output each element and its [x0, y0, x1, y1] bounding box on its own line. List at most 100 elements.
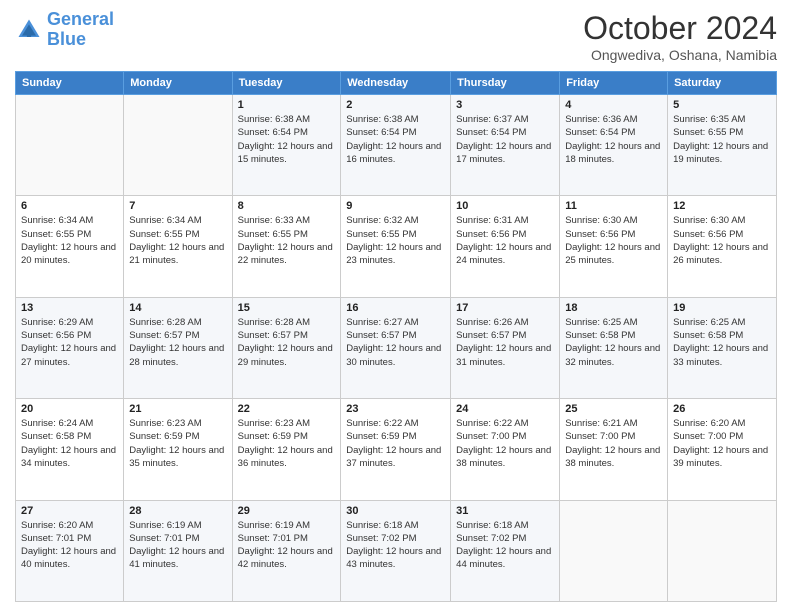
day-cell: 2 Sunrise: 6:38 AMSunset: 6:54 PMDaylight… — [341, 95, 451, 196]
day-info: Sunrise: 6:22 AMSunset: 7:00 PMDaylight:… — [456, 417, 554, 470]
day-cell: 20Sunrise: 6:24 AMSunset: 6:58 PMDayligh… — [16, 399, 124, 500]
logo: General Blue — [15, 10, 114, 50]
day-cell — [668, 500, 777, 601]
day-info: Sunrise: 6:34 AMSunset: 6:55 PMDaylight:… — [129, 214, 226, 267]
header-day-wednesday: Wednesday — [341, 72, 451, 95]
day-info: Sunrise: 6:37 AMSunset: 6:54 PMDaylight:… — [456, 113, 554, 166]
day-cell: 25 Sunrise: 6:21 AMSunset: 7:00 PMDayligh… — [560, 399, 668, 500]
day-info: Sunrise: 6:36 AMSunset: 6:54 PMDaylight:… — [565, 113, 662, 166]
day-number: 18 — [565, 302, 662, 314]
header-day-sunday: Sunday — [16, 72, 124, 95]
day-cell: 13Sunrise: 6:29 AMSunset: 6:56 PMDayligh… — [16, 297, 124, 398]
day-number: 8 — [238, 200, 336, 212]
day-number: 31 — [456, 505, 554, 517]
day-cell — [560, 500, 668, 601]
day-info: Sunrise: 6:23 AMSunset: 6:59 PMDaylight:… — [129, 417, 226, 470]
day-number: 26 — [673, 403, 771, 415]
day-number: 16 — [346, 302, 445, 314]
day-number: 15 — [238, 302, 336, 314]
day-cell: 26 Sunrise: 6:20 AMSunset: 7:00 PMDayligh… — [668, 399, 777, 500]
day-info: Sunrise: 6:20 AMSunset: 7:01 PMDaylight:… — [21, 519, 118, 572]
day-cell: 27 Sunrise: 6:20 AMSunset: 7:01 PMDayligh… — [16, 500, 124, 601]
day-cell: 22Sunrise: 6:23 AMSunset: 6:59 PMDayligh… — [232, 399, 341, 500]
day-number: 3 — [456, 99, 554, 111]
page: General Blue October 2024 Ongwediva, Osh… — [0, 0, 792, 612]
day-info: Sunrise: 6:25 AMSunset: 6:58 PMDaylight:… — [673, 316, 771, 369]
day-cell: 7 Sunrise: 6:34 AMSunset: 6:55 PMDaylight… — [124, 196, 232, 297]
calendar-subtitle: Ongwediva, Oshana, Namibia — [583, 47, 777, 63]
week-row-1: 1 Sunrise: 6:38 AMSunset: 6:54 PMDaylight… — [16, 95, 777, 196]
day-cell: 30Sunrise: 6:18 AMSunset: 7:02 PMDayligh… — [341, 500, 451, 601]
day-number: 13 — [21, 302, 118, 314]
day-info: Sunrise: 6:32 AMSunset: 6:55 PMDaylight:… — [346, 214, 445, 267]
day-number: 6 — [21, 200, 118, 212]
day-cell: 9Sunrise: 6:32 AMSunset: 6:55 PMDaylight… — [341, 196, 451, 297]
header-row: SundayMondayTuesdayWednesdayThursdayFrid… — [16, 72, 777, 95]
day-cell: 23Sunrise: 6:22 AMSunset: 6:59 PMDayligh… — [341, 399, 451, 500]
day-info: Sunrise: 6:20 AMSunset: 7:00 PMDaylight:… — [673, 417, 771, 470]
day-number: 21 — [129, 403, 226, 415]
day-cell: 3 Sunrise: 6:37 AMSunset: 6:54 PMDaylight… — [451, 95, 560, 196]
day-info: Sunrise: 6:38 AMSunset: 6:54 PMDaylight:… — [346, 113, 445, 166]
header-day-friday: Friday — [560, 72, 668, 95]
day-info: Sunrise: 6:31 AMSunset: 6:56 PMDaylight:… — [456, 214, 554, 267]
header: General Blue October 2024 Ongwediva, Osh… — [15, 10, 777, 63]
day-cell: 4 Sunrise: 6:36 AMSunset: 6:54 PMDaylight… — [560, 95, 668, 196]
day-cell: 31Sunrise: 6:18 AMSunset: 7:02 PMDayligh… — [451, 500, 560, 601]
day-info: Sunrise: 6:38 AMSunset: 6:54 PMDaylight:… — [238, 113, 336, 166]
header-day-saturday: Saturday — [668, 72, 777, 95]
day-cell: 6 Sunrise: 6:34 AMSunset: 6:55 PMDaylight… — [16, 196, 124, 297]
day-cell: 28 Sunrise: 6:19 AMSunset: 7:01 PMDayligh… — [124, 500, 232, 601]
day-cell: 1 Sunrise: 6:38 AMSunset: 6:54 PMDaylight… — [232, 95, 341, 196]
day-info: Sunrise: 6:21 AMSunset: 7:00 PMDaylight:… — [565, 417, 662, 470]
day-cell — [16, 95, 124, 196]
logo-general: General — [47, 9, 114, 29]
day-info: Sunrise: 6:30 AMSunset: 6:56 PMDaylight:… — [565, 214, 662, 267]
day-cell: 19Sunrise: 6:25 AMSunset: 6:58 PMDayligh… — [668, 297, 777, 398]
day-info: Sunrise: 6:34 AMSunset: 6:55 PMDaylight:… — [21, 214, 118, 267]
day-info: Sunrise: 6:26 AMSunset: 6:57 PMDaylight:… — [456, 316, 554, 369]
day-cell — [124, 95, 232, 196]
day-number: 24 — [456, 403, 554, 415]
day-cell: 11 Sunrise: 6:30 AMSunset: 6:56 PMDayligh… — [560, 196, 668, 297]
day-cell: 17 Sunrise: 6:26 AMSunset: 6:57 PMDayligh… — [451, 297, 560, 398]
logo-blue: Blue — [47, 30, 114, 50]
day-number: 28 — [129, 505, 226, 517]
day-cell: 21 Sunrise: 6:23 AMSunset: 6:59 PMDayligh… — [124, 399, 232, 500]
calendar-body: 1 Sunrise: 6:38 AMSunset: 6:54 PMDaylight… — [16, 95, 777, 602]
header-day-thursday: Thursday — [451, 72, 560, 95]
logo-icon — [15, 16, 43, 44]
logo-text: General Blue — [47, 10, 114, 50]
day-number: 4 — [565, 99, 662, 111]
day-cell: 12 Sunrise: 6:30 AMSunset: 6:56 PMDayligh… — [668, 196, 777, 297]
day-cell: 15Sunrise: 6:28 AMSunset: 6:57 PMDayligh… — [232, 297, 341, 398]
day-number: 2 — [346, 99, 445, 111]
week-row-2: 6 Sunrise: 6:34 AMSunset: 6:55 PMDaylight… — [16, 196, 777, 297]
calendar-table: SundayMondayTuesdayWednesdayThursdayFrid… — [15, 71, 777, 602]
day-number: 7 — [129, 200, 226, 212]
week-row-4: 20Sunrise: 6:24 AMSunset: 6:58 PMDayligh… — [16, 399, 777, 500]
header-day-monday: Monday — [124, 72, 232, 95]
day-number: 1 — [238, 99, 336, 111]
title-block: October 2024 Ongwediva, Oshana, Namibia — [583, 10, 777, 63]
day-cell: 14Sunrise: 6:28 AMSunset: 6:57 PMDayligh… — [124, 297, 232, 398]
day-cell: 24 Sunrise: 6:22 AMSunset: 7:00 PMDayligh… — [451, 399, 560, 500]
day-number: 23 — [346, 403, 445, 415]
day-number: 17 — [456, 302, 554, 314]
day-number: 12 — [673, 200, 771, 212]
calendar-title: October 2024 — [583, 10, 777, 47]
day-number: 22 — [238, 403, 336, 415]
week-row-3: 13Sunrise: 6:29 AMSunset: 6:56 PMDayligh… — [16, 297, 777, 398]
day-number: 27 — [21, 505, 118, 517]
day-cell: 10Sunrise: 6:31 AMSunset: 6:56 PMDayligh… — [451, 196, 560, 297]
day-number: 11 — [565, 200, 662, 212]
day-info: Sunrise: 6:19 AMSunset: 7:01 PMDaylight:… — [129, 519, 226, 572]
day-number: 30 — [346, 505, 445, 517]
day-number: 25 — [565, 403, 662, 415]
day-cell: 18 Sunrise: 6:25 AMSunset: 6:58 PMDayligh… — [560, 297, 668, 398]
week-row-5: 27 Sunrise: 6:20 AMSunset: 7:01 PMDayligh… — [16, 500, 777, 601]
day-info: Sunrise: 6:30 AMSunset: 6:56 PMDaylight:… — [673, 214, 771, 267]
calendar-header: SundayMondayTuesdayWednesdayThursdayFrid… — [16, 72, 777, 95]
day-info: Sunrise: 6:27 AMSunset: 6:57 PMDaylight:… — [346, 316, 445, 369]
day-info: Sunrise: 6:25 AMSunset: 6:58 PMDaylight:… — [565, 316, 662, 369]
